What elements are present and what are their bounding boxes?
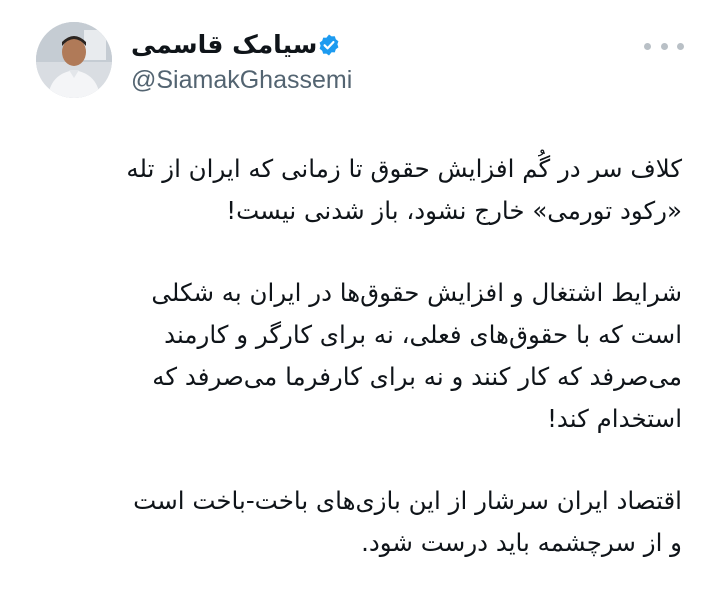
name-row: سیامک قاسمی — [131, 28, 352, 62]
tweet-paragraph: اقتصاد ایران سرشار از این بازی‌های باخت-… — [30, 480, 682, 564]
tweet-line: استخدام کند! — [547, 404, 682, 433]
author-handle[interactable]: @SiamakGhassemi — [131, 64, 352, 96]
author-avatar[interactable] — [36, 22, 112, 98]
more-dot — [660, 42, 668, 50]
more-dot — [644, 42, 651, 50]
avatar-photo-icon — [36, 22, 112, 98]
author-display-name[interactable]: سیامک قاسمی — [131, 28, 317, 62]
tweet-card: سیامک قاسمی @SiamakGhassemi کلاف سر در گ… — [0, 0, 720, 606]
tweet-text: کلاف سر در گُم افزایش حقوق تا زمانی که ا… — [30, 148, 682, 604]
verified-badge-icon — [319, 34, 339, 56]
author-info: سیامک قاسمی @SiamakGhassemi — [131, 28, 352, 96]
tweet-line: شرایط اشتغال و افزایش حقوق‌ها در ایران ب… — [151, 278, 682, 307]
more-dot — [677, 42, 684, 50]
tweet-line: کلاف سر در گُم افزایش حقوق تا زمانی که ا… — [126, 154, 682, 183]
tweet-paragraph: شرایط اشتغال و افزایش حقوق‌ها در ایران ب… — [30, 272, 682, 440]
tweet-line: «رکود تورمی» خارج نشود، باز شدنی نیست! — [226, 196, 682, 225]
tweet-line: اقتصاد ایران سرشار از این بازی‌های باخت-… — [133, 486, 682, 515]
tweet-header: سیامک قاسمی @SiamakGhassemi — [36, 22, 684, 102]
tweet-paragraph: کلاف سر در گُم افزایش حقوق تا زمانی که ا… — [30, 148, 682, 232]
tweet-line: می‌صرفد که کار کنند و نه برای کارفرما می… — [152, 362, 682, 391]
more-options-icon[interactable] — [644, 34, 684, 58]
tweet-line: است که با حقوق‌های فعلی، نه برای کارگر و… — [164, 320, 682, 349]
tweet-line: و از سرچشمه باید درست شود. — [361, 528, 682, 557]
